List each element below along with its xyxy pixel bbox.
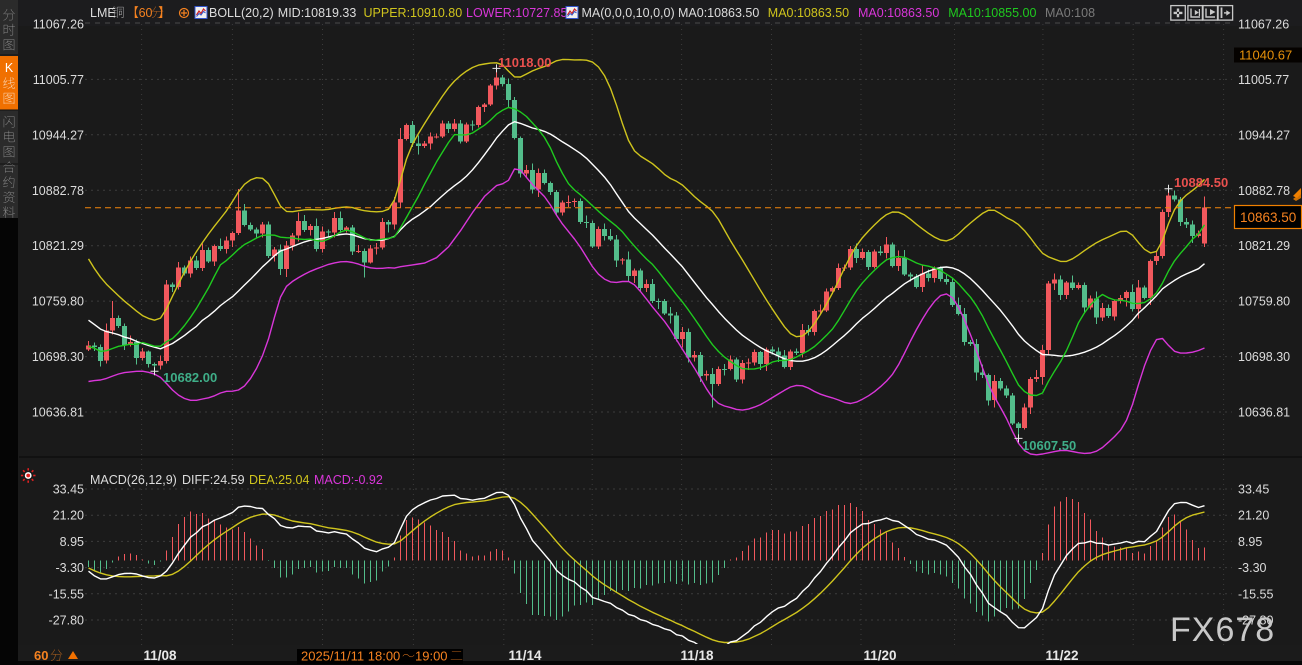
svg-text:MACD(26,12,9): MACD(26,12,9) <box>90 473 177 487</box>
svg-text:FX678: FX678 <box>1170 611 1275 649</box>
svg-text:10882.78: 10882.78 <box>1238 184 1290 198</box>
svg-text:MA0:10863.50: MA0:10863.50 <box>678 6 759 20</box>
svg-text:10821.29: 10821.29 <box>1238 239 1290 253</box>
svg-text:UPPER:10910.80: UPPER:10910.80 <box>364 6 463 20</box>
svg-text:LOWER:10727.85: LOWER:10727.85 <box>466 6 567 20</box>
svg-text:MA0:10863.50: MA0:10863.50 <box>858 6 939 20</box>
svg-text:DEA:25.04: DEA:25.04 <box>249 473 310 487</box>
svg-text:33.45: 33.45 <box>1238 483 1269 497</box>
svg-text:10821.29: 10821.29 <box>32 239 84 253</box>
svg-text:33.45: 33.45 <box>53 483 84 497</box>
svg-text:10884.50: 10884.50 <box>1174 175 1228 190</box>
svg-text:MA10:10855.00: MA10:10855.00 <box>948 6 1036 20</box>
svg-text:MACD:-0.92: MACD:-0.92 <box>314 473 383 487</box>
svg-text:11/14: 11/14 <box>508 648 542 663</box>
svg-text:MA0:10863.50: MA0:10863.50 <box>768 6 849 20</box>
svg-text:11005.77: 11005.77 <box>1238 73 1289 87</box>
svg-text:10882.78: 10882.78 <box>32 184 84 198</box>
svg-text:60: 60 <box>139 6 153 20</box>
svg-text:11/22: 11/22 <box>1045 648 1078 663</box>
svg-text:11005.77: 11005.77 <box>33 73 84 87</box>
svg-text:19:00: 19:00 <box>415 649 448 664</box>
svg-text:10698.30: 10698.30 <box>1238 350 1290 364</box>
svg-text:11067.26: 11067.26 <box>33 18 84 32</box>
svg-text:DIFF:24.59: DIFF:24.59 <box>182 473 245 487</box>
svg-text:8.95: 8.95 <box>1238 535 1262 549</box>
svg-text:10944.27: 10944.27 <box>32 128 84 142</box>
svg-text:10682.00: 10682.00 <box>163 370 217 385</box>
svg-text:11/20: 11/20 <box>863 648 896 663</box>
svg-text:10636.81: 10636.81 <box>32 406 84 420</box>
svg-text:MA(0,0,0,10,0,0): MA(0,0,0,10,0,0) <box>582 6 675 20</box>
svg-text:-27.80: -27.80 <box>49 614 84 628</box>
svg-text:11018.00: 11018.00 <box>498 55 552 70</box>
svg-text:LME: LME <box>90 6 116 20</box>
svg-text:BOLL(20,2): BOLL(20,2) <box>209 6 274 20</box>
svg-text:11040.67: 11040.67 <box>1239 48 1292 63</box>
svg-text:10759.80: 10759.80 <box>32 295 84 309</box>
svg-text:60: 60 <box>34 648 48 663</box>
svg-text:8.95: 8.95 <box>60 535 84 549</box>
svg-text:10607.50: 10607.50 <box>1022 438 1076 453</box>
svg-text:10759.80: 10759.80 <box>1238 295 1290 309</box>
svg-text:MA0:108: MA0:108 <box>1045 6 1095 20</box>
svg-text:K: K <box>5 61 14 75</box>
svg-text:10944.27: 10944.27 <box>1238 128 1290 142</box>
svg-text:11067.26: 11067.26 <box>1238 18 1289 32</box>
svg-text:-15.55: -15.55 <box>1238 587 1273 601</box>
svg-text:10698.30: 10698.30 <box>32 350 84 364</box>
svg-text:-3.30: -3.30 <box>56 561 85 575</box>
svg-text:10863.50: 10863.50 <box>1240 210 1296 225</box>
svg-text:-3.30: -3.30 <box>1238 561 1267 575</box>
svg-text:2025/11/11 18:00: 2025/11/11 18:00 <box>301 649 400 664</box>
svg-text:10636.81: 10636.81 <box>1238 406 1290 420</box>
svg-text:21.20: 21.20 <box>1238 509 1269 523</box>
svg-text:21.20: 21.20 <box>53 509 84 523</box>
svg-text:11/08: 11/08 <box>143 648 177 663</box>
svg-text:11/18: 11/18 <box>680 648 714 663</box>
svg-text:MID:10819.33: MID:10819.33 <box>278 6 357 20</box>
svg-text:-15.55: -15.55 <box>49 587 84 601</box>
